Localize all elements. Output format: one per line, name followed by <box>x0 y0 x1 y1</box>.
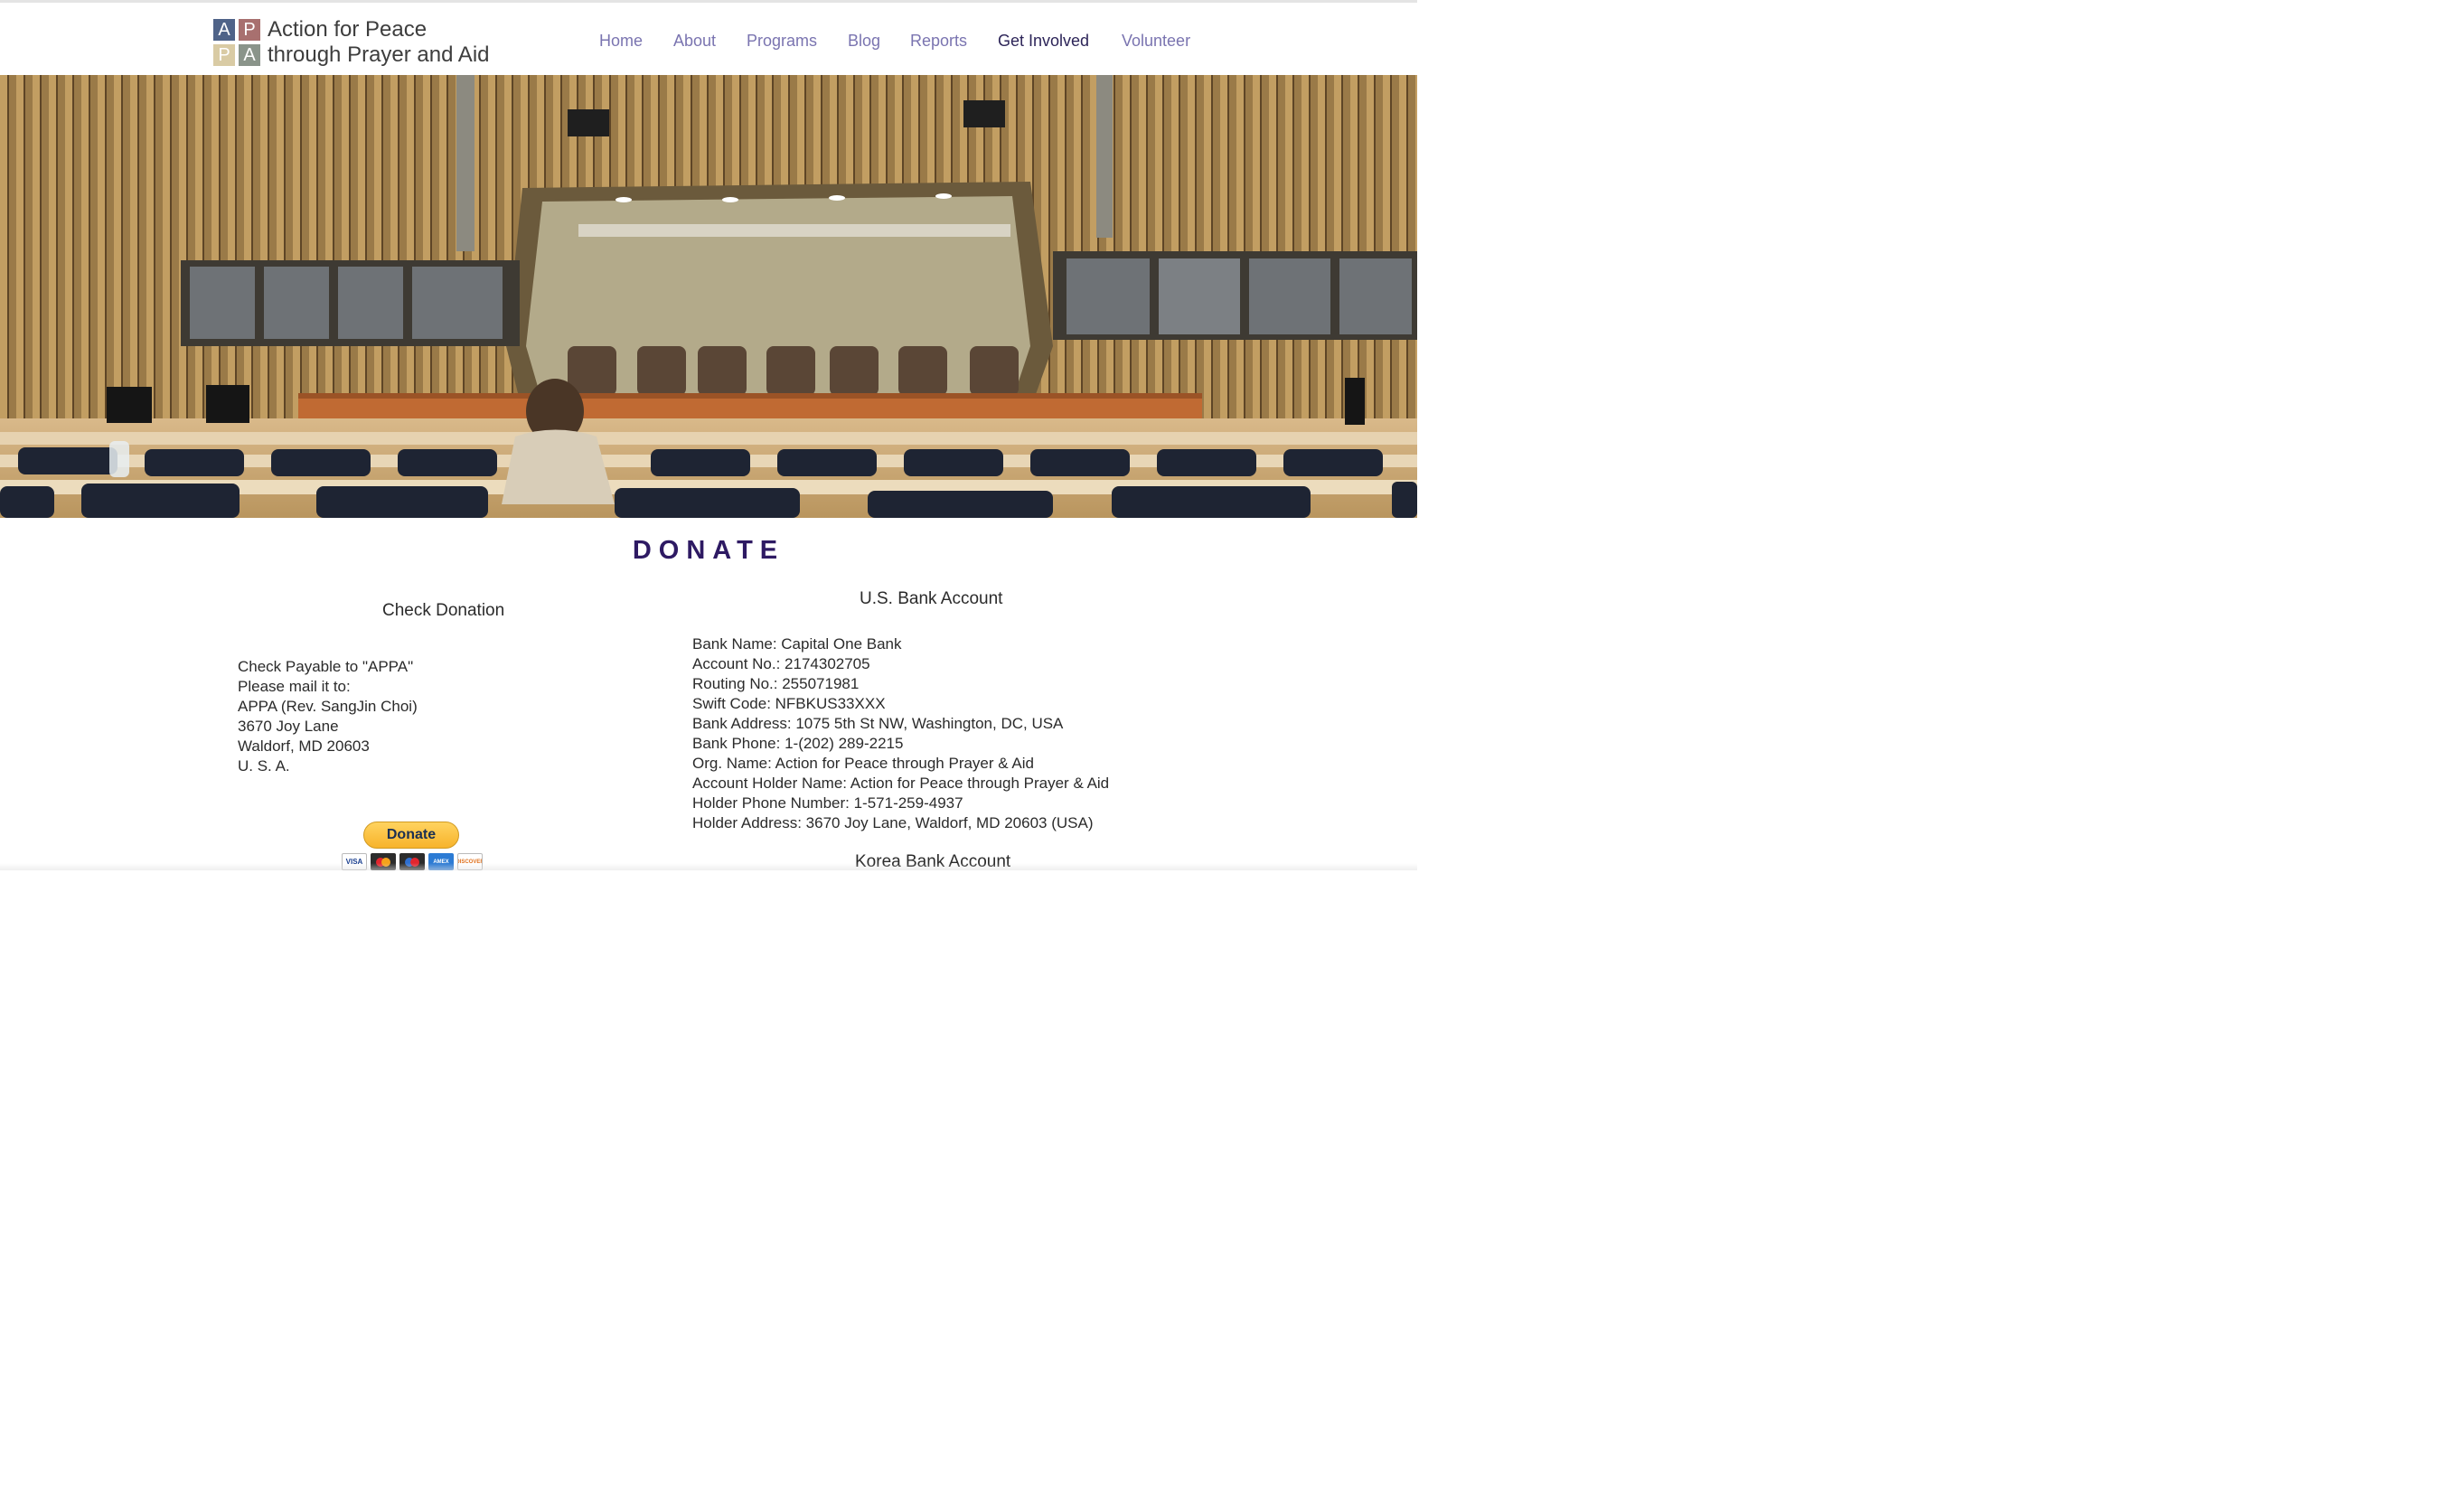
check-line: Waldorf, MD 20603 <box>238 737 370 755</box>
donate-heading: DONATE <box>632 536 785 565</box>
conference-hall-image <box>0 75 1417 518</box>
check-line: U. S. A. <box>238 757 290 775</box>
check-donation-heading: Check Donation <box>382 601 505 620</box>
bank-line: Bank Phone: 1-(202) 289-2215 <box>692 735 904 752</box>
main-nav: Home About Programs Blog Reports Get Inv… <box>0 32 1417 53</box>
bank-line: Holder Phone Number: 1-571-259-4937 <box>692 794 963 812</box>
check-line: 3670 Joy Lane <box>238 718 339 735</box>
check-donation-details: Check Payable to "APPA" Please mail it t… <box>238 657 418 776</box>
us-bank-details: Bank Name: Capital One Bank Account No.:… <box>692 634 1109 833</box>
nav-reports[interactable]: Reports <box>910 32 967 51</box>
bank-line: Bank Address: 1075 5th St NW, Washington… <box>692 715 1064 732</box>
bank-line: Account Holder Name: Action for Peace th… <box>692 775 1110 792</box>
bank-line: Swift Code: NFBKUS33XXX <box>692 695 886 712</box>
paypal-donate-button[interactable]: Donate <box>363 822 459 849</box>
nav-about[interactable]: About <box>673 32 716 51</box>
hero-image <box>0 75 1417 518</box>
nav-get-involved[interactable]: Get Involved <box>998 32 1089 51</box>
bottom-fade <box>0 863 1417 870</box>
bank-line: Routing No.: 255071981 <box>692 675 860 692</box>
check-line: APPA (Rev. SangJin Choi) <box>238 698 418 715</box>
nav-programs[interactable]: Programs <box>747 32 817 51</box>
bank-line: Org. Name: Action for Peace through Pray… <box>692 755 1034 772</box>
us-bank-heading: U.S. Bank Account <box>860 589 1003 608</box>
nav-home[interactable]: Home <box>599 32 643 51</box>
nav-blog[interactable]: Blog <box>848 32 880 51</box>
bank-line: Bank Name: Capital One Bank <box>692 635 902 653</box>
bank-line: Holder Address: 3670 Joy Lane, Waldorf, … <box>692 814 1094 831</box>
bank-line: Account No.: 2174302705 <box>692 655 870 672</box>
check-line: Check Payable to "APPA" <box>238 658 414 675</box>
check-line: Please mail it to: <box>238 678 351 695</box>
site-header: A P P A Action for Peace through Prayer … <box>0 3 1417 75</box>
nav-volunteer[interactable]: Volunteer <box>1122 32 1190 51</box>
